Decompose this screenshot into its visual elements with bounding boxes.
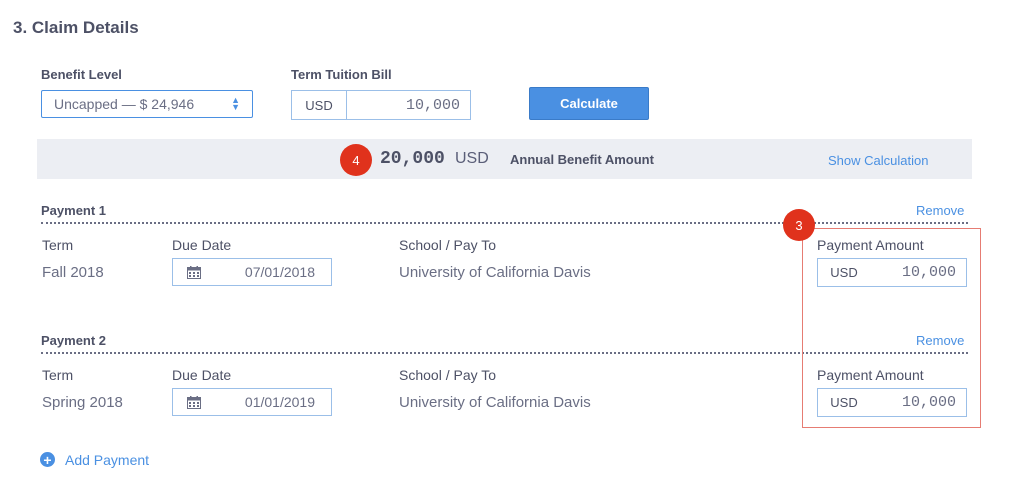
sort-caret-icon: ▲ ▼ [231, 95, 240, 112]
calendar-icon [187, 395, 201, 409]
payment-1-due-label: Due Date [172, 237, 232, 253]
tuition-amount[interactable]: 10,000 [347, 91, 470, 119]
annual-benefit-currency: USD [455, 150, 489, 167]
payment-2-school-label: School / Pay To [399, 367, 497, 383]
calculate-button[interactable]: Calculate [529, 87, 649, 120]
payment-1-title: Payment 1 [41, 203, 107, 218]
annotation-highlight-box [802, 228, 981, 428]
payment-1-remove-link[interactable]: Remove [916, 203, 964, 218]
payment-1-divider [41, 222, 968, 224]
payment-1-due-date-value: 07/01/2018 [244, 264, 315, 280]
payment-1-school-value: University of California Davis [399, 264, 591, 281]
benefit-level-label: Benefit Level [41, 67, 122, 82]
term-tuition-input[interactable]: USD 10,000 [291, 90, 471, 120]
payment-1-due-date-input[interactable]: 07/01/2018 [172, 258, 332, 286]
payment-2-school-value: University of California Davis [399, 394, 591, 411]
payment-1-term-value: Fall 2018 [42, 264, 104, 281]
annual-benefit-label: Annual Benefit Amount [510, 152, 654, 167]
benefit-level-value: Uncapped — $ 24,946 [54, 96, 195, 112]
plus-circle-icon[interactable]: + [40, 452, 55, 467]
payment-1-school-label: School / Pay To [399, 237, 497, 253]
payment-2-term-label: Term [42, 367, 74, 383]
payment-1-term-label: Term [42, 237, 74, 253]
annotation-badge-4: 4 [340, 144, 372, 176]
add-payment-link[interactable]: Add Payment [65, 452, 149, 468]
section-title: 3. Claim Details [13, 18, 139, 37]
calendar-icon [187, 265, 201, 279]
annotation-badge-3: 3 [783, 209, 815, 241]
payment-2-term-value: Spring 2018 [42, 394, 123, 411]
payment-2-due-date-input[interactable]: 01/01/2019 [172, 388, 332, 416]
tuition-currency: USD [292, 91, 347, 119]
annual-benefit-amount: 20,000 [380, 149, 445, 169]
term-tuition-label: Term Tuition Bill [291, 67, 392, 82]
benefit-level-select[interactable]: Uncapped — $ 24,946 ▲ ▼ [41, 90, 253, 118]
payment-2-due-label: Due Date [172, 367, 232, 383]
payment-2-title: Payment 2 [41, 333, 107, 348]
show-calculation-link[interactable]: Show Calculation [828, 153, 928, 168]
payment-2-due-date-value: 01/01/2019 [244, 394, 315, 410]
